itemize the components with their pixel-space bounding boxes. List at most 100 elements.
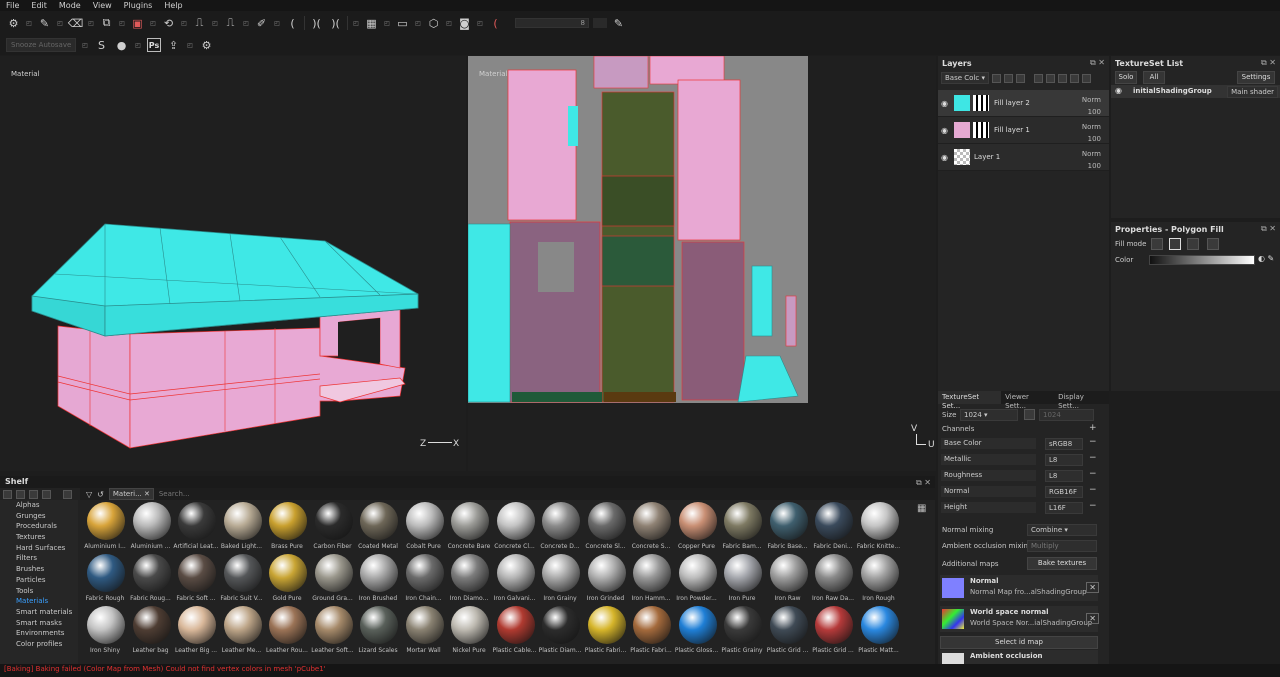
material-item[interactable]: Leather Rou... xyxy=(262,606,312,658)
shelf-category-item[interactable]: Alphas xyxy=(0,500,78,511)
options-icon[interactable]: ◰ xyxy=(352,16,360,31)
add-mask-icon[interactable] xyxy=(991,73,1001,83)
color-gradient-slider[interactable] xyxy=(1149,255,1255,265)
settings-icon[interactable]: ⚙ xyxy=(199,38,214,53)
material-item[interactable]: Carbon Fiber xyxy=(308,502,358,554)
material-item[interactable]: Iron Galvani... xyxy=(490,554,540,606)
options-icon[interactable]: ◰ xyxy=(56,16,64,31)
material-item[interactable]: Iron Hamm... xyxy=(626,554,676,606)
channel-name[interactable]: Base Color xyxy=(941,438,1036,449)
duplicate-icon[interactable] xyxy=(1057,73,1067,83)
viewport-2d[interactable]: Material V U xyxy=(468,56,936,471)
material-item[interactable]: Concrete D... xyxy=(535,502,585,554)
material-item[interactable]: Gold Pure xyxy=(262,554,312,606)
material-item[interactable]: Iron Powder... xyxy=(672,554,722,606)
shelf-category-item[interactable]: Filters xyxy=(0,553,78,564)
options-icon[interactable]: ◰ xyxy=(81,38,89,53)
screenshot-icon[interactable]: ◙ xyxy=(457,16,472,31)
options-icon[interactable]: ◰ xyxy=(134,38,142,53)
material-item[interactable]: Plastic Diam... xyxy=(535,606,585,658)
camera-icon[interactable]: ▦ xyxy=(364,16,379,31)
mirror-icon[interactable]: )( xyxy=(309,16,324,31)
circle-icon[interactable]: ● xyxy=(114,38,129,53)
shelf-options-icon[interactable] xyxy=(63,489,72,499)
options-icon[interactable]: ◰ xyxy=(242,16,250,31)
tab-textureset-settings[interactable]: TextureSet Set... xyxy=(938,391,1002,410)
instance-icon[interactable] xyxy=(1069,73,1079,83)
additional-map-item[interactable]: World space normal World Space Nor...ialS… xyxy=(940,606,1099,632)
filter-tag[interactable]: Materi... ✕ xyxy=(108,488,154,500)
solo-button[interactable]: Solo xyxy=(1115,71,1137,84)
panel-float-close-icon[interactable]: ⧉ ✕ xyxy=(1261,224,1276,234)
polygon-fill-icon[interactable]: ▣ xyxy=(130,16,145,31)
material-item[interactable]: Plastic Fabri... xyxy=(626,606,676,658)
material-picker-icon[interactable]: ⎍ xyxy=(223,16,238,31)
material-item[interactable]: Plastic Matt... xyxy=(854,606,904,658)
add-effect-icon[interactable] xyxy=(1003,73,1013,83)
add-channel-icon[interactable]: + xyxy=(1089,423,1097,433)
color-picker-icon[interactable]: ◐ ✎ xyxy=(1258,254,1274,263)
tab-display-settings[interactable]: Display Sett... xyxy=(1054,391,1109,410)
ao-mixing-select[interactable]: Multiply xyxy=(1027,540,1097,552)
ao-map-item[interactable]: Ambient occlusion xyxy=(940,650,1098,664)
reset-icon[interactable]: ↺ xyxy=(97,490,104,499)
add-fill-icon[interactable] xyxy=(1015,73,1025,83)
material-item[interactable]: Baked Light... xyxy=(217,502,267,554)
mesh-fill-icon[interactable] xyxy=(1187,238,1199,250)
shelf-category-item[interactable]: Particles xyxy=(0,575,78,586)
symmetry-icon[interactable]: ( xyxy=(285,16,300,31)
add-layer-icon[interactable] xyxy=(1033,73,1043,83)
layer-blend[interactable]: Norm 100 xyxy=(1082,94,1101,118)
layer-blend[interactable]: Norm 100 xyxy=(1082,121,1101,145)
shelf-category-item[interactable]: Smart materials xyxy=(0,607,78,618)
material-item[interactable]: Iron Pure xyxy=(717,554,767,606)
material-item[interactable]: Plastic Cable... xyxy=(490,606,540,658)
options-icon[interactable]: ◰ xyxy=(180,16,188,31)
delete-layer-icon[interactable] xyxy=(1081,73,1091,83)
layer-mask-thumbnail[interactable] xyxy=(973,122,989,138)
shelf-category-item[interactable]: Brushes xyxy=(0,564,78,575)
all-button[interactable]: All xyxy=(1143,71,1165,84)
visibility-eye-icon[interactable]: ◉ xyxy=(941,99,948,108)
channel-format-select[interactable]: L16F xyxy=(1045,502,1083,514)
mode-icon[interactable]: ⚙ xyxy=(6,16,21,31)
menu-help[interactable]: Help xyxy=(158,0,188,11)
material-item[interactable]: Aluminium I... xyxy=(80,502,130,554)
material-item[interactable]: Copper Pure xyxy=(672,502,722,554)
material-item[interactable]: Fabric Rough xyxy=(80,554,130,606)
photoshop-export-button[interactable]: Ps xyxy=(147,38,161,52)
import-icon[interactable] xyxy=(29,489,38,499)
material-item[interactable]: Leather Big ... xyxy=(171,606,221,658)
size-select[interactable]: 1024 ▾ xyxy=(960,409,1018,421)
menu-mode[interactable]: Mode xyxy=(53,0,87,11)
material-item[interactable]: Iron Brushed xyxy=(353,554,403,606)
viewport-3d[interactable]: Material Z X xyxy=(0,56,466,471)
material-item[interactable]: Fabric Base... xyxy=(763,502,813,554)
textureset-item[interactable]: ◉ initialShadingGroup Main shader xyxy=(1111,85,1280,98)
material-item[interactable]: Iron Rough xyxy=(854,554,904,606)
add-group-icon[interactable] xyxy=(1045,73,1055,83)
options-icon[interactable]: ◰ xyxy=(273,16,281,31)
paint-brush-icon[interactable]: ✎ xyxy=(37,16,52,31)
channel-name[interactable]: Normal xyxy=(941,486,1036,497)
options-icon[interactable]: ◰ xyxy=(87,16,95,31)
options-icon[interactable]: ◰ xyxy=(414,16,422,31)
menu-plugins[interactable]: Plugins xyxy=(118,0,159,11)
shelf-category-item[interactable]: Procedurals xyxy=(0,521,78,532)
smudge-icon[interactable]: ⟲ xyxy=(161,16,176,31)
shelf-category-item[interactable]: Environments xyxy=(0,628,78,639)
folder-icon[interactable] xyxy=(3,489,12,499)
polygon-fill-mode-icon[interactable] xyxy=(1169,238,1181,250)
options-icon[interactable]: ◰ xyxy=(25,16,33,31)
visibility-eye-icon[interactable]: ◉ xyxy=(941,153,948,162)
channel-name[interactable]: Roughness xyxy=(941,470,1036,481)
material-item[interactable]: Nickel Pure xyxy=(444,606,494,658)
material-item[interactable]: Leather bag xyxy=(126,606,176,658)
shelf-category-item[interactable]: Materials xyxy=(0,596,78,607)
remove-channel-icon[interactable]: − xyxy=(1089,469,1097,479)
layer-mask-thumbnail[interactable] xyxy=(973,95,989,111)
bracket-icon[interactable]: ( xyxy=(488,16,503,31)
material-item[interactable]: Leather Me... xyxy=(217,606,267,658)
visibility-eye-icon[interactable]: ◉ xyxy=(1115,86,1122,95)
channel-format-select[interactable]: L8 xyxy=(1045,454,1083,466)
